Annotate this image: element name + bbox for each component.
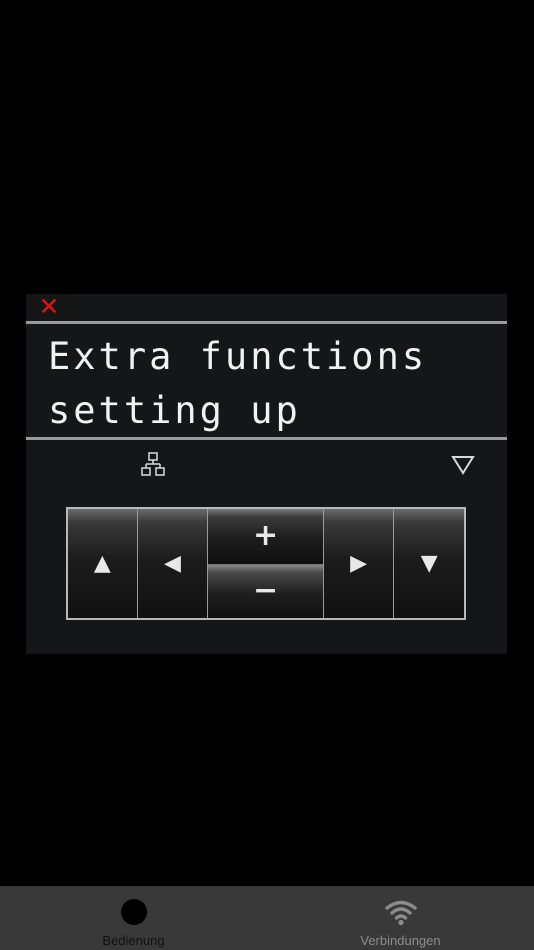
tab-verbindungen[interactable]: Verbindungen xyxy=(267,886,534,950)
divider-top xyxy=(26,321,507,324)
tab-label: Bedienung xyxy=(102,933,165,948)
up-button[interactable]: ▲ xyxy=(68,509,138,618)
triangle-down-outline-icon[interactable] xyxy=(451,454,475,476)
display-panel: ✕ Extra functions setting up ▲ ◀ + − ▶ ▼ xyxy=(26,294,507,654)
minus-icon: − xyxy=(252,573,279,609)
divider-bottom xyxy=(26,437,507,440)
control-keypad: ▲ ◀ + − ▶ ▼ xyxy=(66,507,466,620)
arrow-left-icon: ◀ xyxy=(164,550,181,576)
right-button[interactable]: ▶ xyxy=(323,509,395,618)
left-button[interactable]: ◀ xyxy=(137,509,209,618)
down-button[interactable]: ▼ xyxy=(394,509,464,618)
arrow-down-icon: ▼ xyxy=(420,550,438,576)
minus-button[interactable]: − xyxy=(208,563,323,618)
arrow-right-icon: ▶ xyxy=(350,550,367,576)
plus-minus-control: + − xyxy=(208,509,324,618)
network-tree-icon xyxy=(141,452,165,476)
tab-label: Verbindungen xyxy=(360,933,441,948)
plus-icon: + xyxy=(252,518,279,554)
close-button[interactable]: ✕ xyxy=(36,294,62,319)
wifi-icon xyxy=(384,898,418,926)
arrow-up-icon: ▲ xyxy=(93,550,111,576)
circle-icon xyxy=(120,898,147,926)
panel-title: Extra functions setting up xyxy=(48,335,428,432)
plus-button[interactable]: + xyxy=(208,509,323,564)
tab-bar: Bedienung Verbindungen xyxy=(0,886,534,950)
tab-bedienung[interactable]: Bedienung xyxy=(0,886,267,950)
close-icon: ✕ xyxy=(38,292,60,321)
